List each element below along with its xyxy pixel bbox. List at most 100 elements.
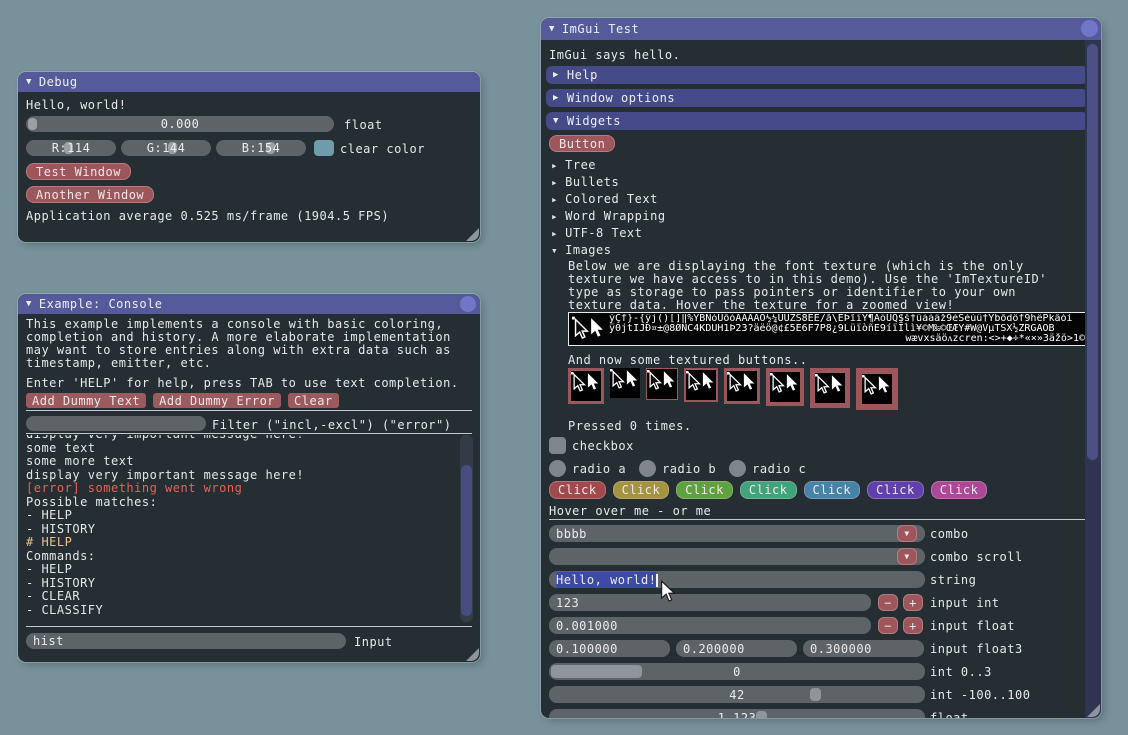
- collapsing-header-help[interactable]: ▶Help: [546, 66, 1088, 84]
- console-button-row: Add Dummy Text Add Dummy Error Clear: [26, 393, 339, 408]
- pressed-count-text: Pressed 0 times.: [568, 419, 692, 433]
- rgb-slider-value: R:114: [26, 141, 116, 155]
- plus-button[interactable]: +: [903, 617, 923, 634]
- input-float3-widget[interactable]: 0.100000: [549, 640, 670, 657]
- collapse-arrow-icon[interactable]: ▼: [26, 78, 32, 87]
- radio-button[interactable]: [729, 460, 746, 477]
- combo-widget[interactable]: bbbb: [549, 525, 925, 542]
- console-button[interactable]: Add Dummy Error: [153, 393, 281, 408]
- textured-image-button[interactable]: [856, 368, 898, 410]
- click-button[interactable]: Click: [931, 481, 988, 499]
- rgb-slider[interactable]: G:144: [121, 140, 211, 156]
- collapsing-header-widgets[interactable]: ▼Widgets: [546, 112, 1088, 130]
- window-scrollbar-thumb[interactable]: [1087, 44, 1098, 460]
- textured-image-button[interactable]: [684, 368, 718, 402]
- minus-button[interactable]: −: [878, 617, 898, 634]
- rgb-slider-value: B:154: [216, 141, 306, 155]
- tree-node-bullets[interactable]: ▸Bullets: [551, 175, 619, 189]
- fps-stats-text: Application average 0.525 ms/frame (1904…: [26, 209, 389, 223]
- button-widget[interactable]: Button: [549, 135, 615, 152]
- console-button[interactable]: Add Dummy Text: [26, 393, 146, 408]
- collapsing-header-window-options[interactable]: ▶Window options: [546, 89, 1088, 107]
- int-100-100-widget[interactable]: 42: [549, 686, 925, 703]
- console-button[interactable]: Clear: [288, 393, 339, 408]
- log-scrollbar[interactable]: [460, 435, 473, 622]
- radio-button[interactable]: [549, 460, 566, 477]
- arrow-right-icon: ▸: [551, 228, 558, 239]
- console-log[interactable]: display very important message here!some…: [26, 435, 454, 622]
- widget-label: input float3: [930, 642, 1023, 656]
- click-button[interactable]: Click: [804, 481, 861, 499]
- hover-text: Hover over me - or me: [549, 504, 711, 518]
- arrow-down-icon: ▾: [551, 245, 558, 256]
- cursor-texture-icon: [647, 369, 677, 399]
- input-float3-widget[interactable]: 0.200000: [676, 640, 797, 657]
- cursor-texture-icon: [571, 371, 601, 401]
- debug-titlebar[interactable]: ▼ Debug: [18, 72, 480, 92]
- radio-button[interactable]: [639, 460, 656, 477]
- input-float-widget[interactable]: 0.001000: [549, 617, 871, 634]
- checkbox[interactable]: [549, 437, 566, 454]
- log-line: Commands:: [26, 550, 454, 564]
- cursor-texture-icon: [686, 370, 716, 400]
- rgb-slider[interactable]: R:114: [26, 140, 116, 156]
- separator: [26, 626, 472, 627]
- plus-button[interactable]: +: [903, 594, 923, 611]
- string-widget[interactable]: Hello, world!: [549, 571, 925, 588]
- log-line: some more text: [26, 455, 454, 469]
- click-button[interactable]: Click: [740, 481, 797, 499]
- widget-label: input float: [930, 619, 1015, 633]
- textured-image-button[interactable]: [646, 368, 678, 400]
- tree-node-tree[interactable]: ▸Tree: [551, 158, 596, 172]
- slider-value: 0: [549, 665, 925, 679]
- click-button[interactable]: Click: [613, 481, 670, 499]
- window-scrollbar[interactable]: [1085, 40, 1101, 718]
- textured-image-button[interactable]: [568, 368, 604, 404]
- combo-scroll-widget[interactable]: [549, 548, 925, 565]
- hello-world-text: Hello, world!: [26, 98, 126, 112]
- minus-button[interactable]: −: [878, 594, 898, 611]
- textured-image-button[interactable]: [810, 368, 850, 408]
- font-texture-description: Below we are displaying the font texture…: [568, 260, 1047, 312]
- another-window-button[interactable]: Another Window: [26, 186, 154, 203]
- header-label: Window options: [567, 91, 675, 105]
- input-float3-widget[interactable]: 0.300000: [803, 640, 924, 657]
- input-int-widget[interactable]: 123: [549, 594, 871, 611]
- log-scrollbar-thumb[interactable]: [461, 465, 472, 616]
- tree-node-colored-text[interactable]: ▸Colored Text: [551, 192, 658, 206]
- tree-label: Bullets: [565, 175, 619, 189]
- textured-image-button[interactable]: [724, 368, 760, 404]
- close-button[interactable]: [460, 296, 476, 312]
- click-button[interactable]: Click: [549, 481, 606, 499]
- console-titlebar[interactable]: ▼ Example: Console: [18, 294, 480, 314]
- tree-node-images[interactable]: ▾Images: [551, 243, 611, 257]
- radio-label: radio a: [572, 462, 626, 476]
- desktop: { "debug": { "title": "Debug", "hello": …: [0, 0, 1128, 735]
- input-value: 0.300000: [803, 642, 872, 656]
- radio-row: radio aradio bradio c: [549, 460, 806, 477]
- textured-image-button[interactable]: [610, 368, 640, 398]
- log-line: display very important message here!: [26, 469, 454, 483]
- log-line: - HISTORY: [26, 523, 454, 537]
- widget-label: string: [930, 573, 976, 587]
- filter-input[interactable]: [26, 416, 206, 431]
- test-window-button[interactable]: Test Window: [26, 163, 131, 180]
- rgb-slider[interactable]: B:154: [216, 140, 306, 156]
- combo-arrow-button[interactable]: ▼: [897, 525, 917, 542]
- cursor-texture-icon: [727, 371, 757, 401]
- click-button[interactable]: Click: [867, 481, 924, 499]
- float-slider-label: float: [344, 118, 383, 132]
- tree-node-word-wrapping[interactable]: ▸Word Wrapping: [551, 209, 666, 223]
- console-input[interactable]: hist: [26, 633, 346, 649]
- float-widget[interactable]: 1.123: [549, 709, 925, 718]
- font-texture-image[interactable]: ýÇf}-{ÿj()[]‖%ÝBÑòÙõóÃÂÀÄÒ½¼ÙÚŽŠ8ÉÊ/å\ÈÞ…: [568, 312, 1086, 346]
- tree-node-utf-8-text[interactable]: ▸UTF-8 Text: [551, 226, 642, 240]
- combo-arrow-button[interactable]: ▼: [897, 548, 917, 565]
- widget-label: int -100..100: [930, 688, 1030, 702]
- click-button[interactable]: Click: [676, 481, 733, 499]
- float-slider[interactable]: 0.000: [26, 116, 334, 132]
- clear-color-swatch[interactable]: [314, 140, 334, 156]
- int-0-3-widget[interactable]: 0: [549, 663, 925, 680]
- textured-image-button[interactable]: [766, 368, 804, 406]
- collapse-arrow-icon[interactable]: ▼: [26, 300, 32, 309]
